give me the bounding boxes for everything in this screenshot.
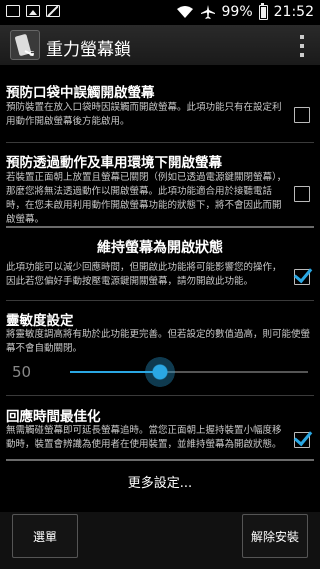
motion-checkbox[interactable]: [294, 186, 310, 202]
pref-summary: 將靈敏度調高將有助於此功能更完善。但若設定的數值過高，則可能使螢幕不會自動關閉。: [6, 329, 311, 354]
status-bar: 99% 21:52: [0, 0, 320, 25]
sensitivity-slider[interactable]: [70, 357, 308, 387]
pref-title: 預防口袋中誤觸開啟螢幕: [6, 85, 155, 101]
notification-box-icon: [6, 5, 20, 17]
pref-summary: 預防裝置在放入口袋時因誤觸而開啟螢幕。此項功能只有在設定利用動作開啟螢幕後方能啟…: [6, 102, 282, 127]
pref-title: 回應時間最佳化: [6, 409, 101, 425]
pref-summary: 此項功能可以減少回應時間，但開啟此功能將可能影響您的操作，因此若您偏好手動按壓電…: [6, 262, 282, 287]
no-sim-icon: [46, 5, 60, 17]
battery-percent: 99%: [221, 4, 253, 20]
pref-keep-screen-on[interactable]: 此項功能可以減少回應時間，但開啟此功能將可能影響您的操作，因此若您偏好手動按壓電…: [0, 259, 320, 299]
pref-title: 預防透過動作及車用環境下開啟螢幕: [6, 155, 222, 171]
image-icon: [26, 5, 40, 17]
more-settings-link[interactable]: 更多設定...: [0, 472, 320, 491]
settings-list: 預防口袋中誤觸開啟螢幕 預防裝置在放入口袋時因誤觸而開啟螢幕。此項功能只有在設定…: [0, 67, 320, 512]
action-bar: G 重力螢幕鎖: [0, 25, 320, 67]
clock: 21:52: [273, 4, 314, 20]
category-keep-screen-on: 維持螢幕為開啟狀態: [97, 240, 223, 256]
svg-text:G: G: [29, 50, 34, 58]
uninstall-button[interactable]: 解除安裝: [242, 514, 308, 558]
status-left-icons: [6, 5, 60, 17]
status-right: 99% 21:52: [176, 2, 314, 21]
bottom-button-bar: 選單 解除安裝: [0, 512, 320, 569]
pref-pocket-protection[interactable]: 預防口袋中誤觸開啟螢幕 預防裝置在放入口袋時因誤觸而開啟螢幕。此項功能只有在設定…: [0, 67, 320, 127]
airplane-icon: [200, 5, 215, 19]
battery-icon: [258, 2, 268, 20]
gravity-lock-icon: G: [15, 34, 34, 58]
sensitivity-value: 50: [12, 363, 32, 381]
app-title: 重力螢幕鎖: [46, 40, 131, 60]
pref-motion-protection[interactable]: 預防透過動作及車用環境下開啟螢幕 若裝置正面朝上放置且螢幕已關閉（例如已透過電源…: [0, 143, 320, 243]
response-checkbox[interactable]: [294, 432, 310, 448]
pref-summary: 無需觸碰螢幕即可延長螢幕追時。當您正面朝上握持裝置小幅度移動時，裝置會辨識為使用…: [6, 425, 282, 450]
menu-button[interactable]: 選單: [12, 514, 78, 558]
pref-title: 靈敏度設定: [6, 313, 74, 329]
category-divider: [6, 226, 314, 228]
wifi-icon: [176, 6, 193, 18]
pref-sensitivity[interactable]: 靈敏度設定 將靈敏度調高將有助於此功能更完善。但若設定的數值過高，則可能使螢幕不…: [0, 301, 320, 391]
pocket-checkbox[interactable]: [294, 107, 310, 123]
divider: [6, 395, 314, 396]
pref-response-optimization[interactable]: 回應時間最佳化 無需觸碰螢幕即可延長螢幕追時。當您正面朝上握持裝置小幅度移動時，…: [0, 397, 320, 467]
pref-summary: 若裝置正面朝上放置且螢幕已關閉（例如已透過電源鍵關閉螢幕），那麼您將無法透過動作…: [6, 172, 287, 225]
keep-on-checkbox[interactable]: [294, 269, 310, 285]
slider-thumb[interactable]: [145, 357, 176, 387]
overflow-menu-icon[interactable]: [300, 35, 306, 57]
app-icon[interactable]: G: [10, 30, 40, 60]
category-divider: [6, 459, 314, 461]
